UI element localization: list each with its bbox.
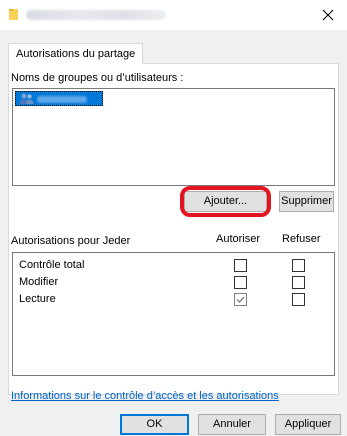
full-control-deny-checkbox[interactable] — [292, 259, 305, 272]
permissions-label: Autorisations pour Jeder — [11, 235, 131, 247]
allow-column-header: Autoriser — [216, 233, 261, 245]
modify-allow-checkbox[interactable] — [234, 276, 247, 289]
close-button[interactable] — [309, 0, 347, 30]
highlight-ring — [180, 186, 271, 217]
permission-modify: Modifier — [19, 276, 59, 288]
close-icon — [322, 9, 334, 21]
groups-listbox[interactable] — [12, 88, 335, 186]
user-group-icon — [19, 93, 34, 104]
permission-full-control: Contrôle total — [19, 259, 85, 271]
cancel-button[interactable]: Annuler — [198, 414, 266, 435]
apply-button[interactable]: Appliquer — [275, 414, 341, 435]
groups-label: Noms de groupes ou d’utilisateurs : — [11, 72, 184, 84]
deny-column-header: Refuser — [282, 233, 321, 245]
full-control-allow-checkbox[interactable] — [234, 259, 247, 272]
read-deny-checkbox[interactable] — [292, 293, 305, 306]
group-name-text — [37, 96, 87, 103]
ok-button[interactable]: OK — [120, 414, 189, 435]
checkmark-icon — [236, 296, 245, 303]
title-bar — [0, 0, 347, 30]
remove-button[interactable]: Supprimer — [279, 191, 334, 212]
list-item-group[interactable] — [15, 91, 103, 106]
tab-share-permissions[interactable]: Autorisations du partage — [8, 43, 144, 64]
access-control-help-link[interactable]: Informations sur le contrôle d’accès et … — [11, 390, 279, 402]
read-allow-checkbox[interactable] — [234, 293, 247, 306]
modify-deny-checkbox[interactable] — [292, 276, 305, 289]
folder-icon — [9, 8, 19, 20]
permission-read: Lecture — [19, 293, 56, 305]
window-title — [26, 10, 166, 20]
